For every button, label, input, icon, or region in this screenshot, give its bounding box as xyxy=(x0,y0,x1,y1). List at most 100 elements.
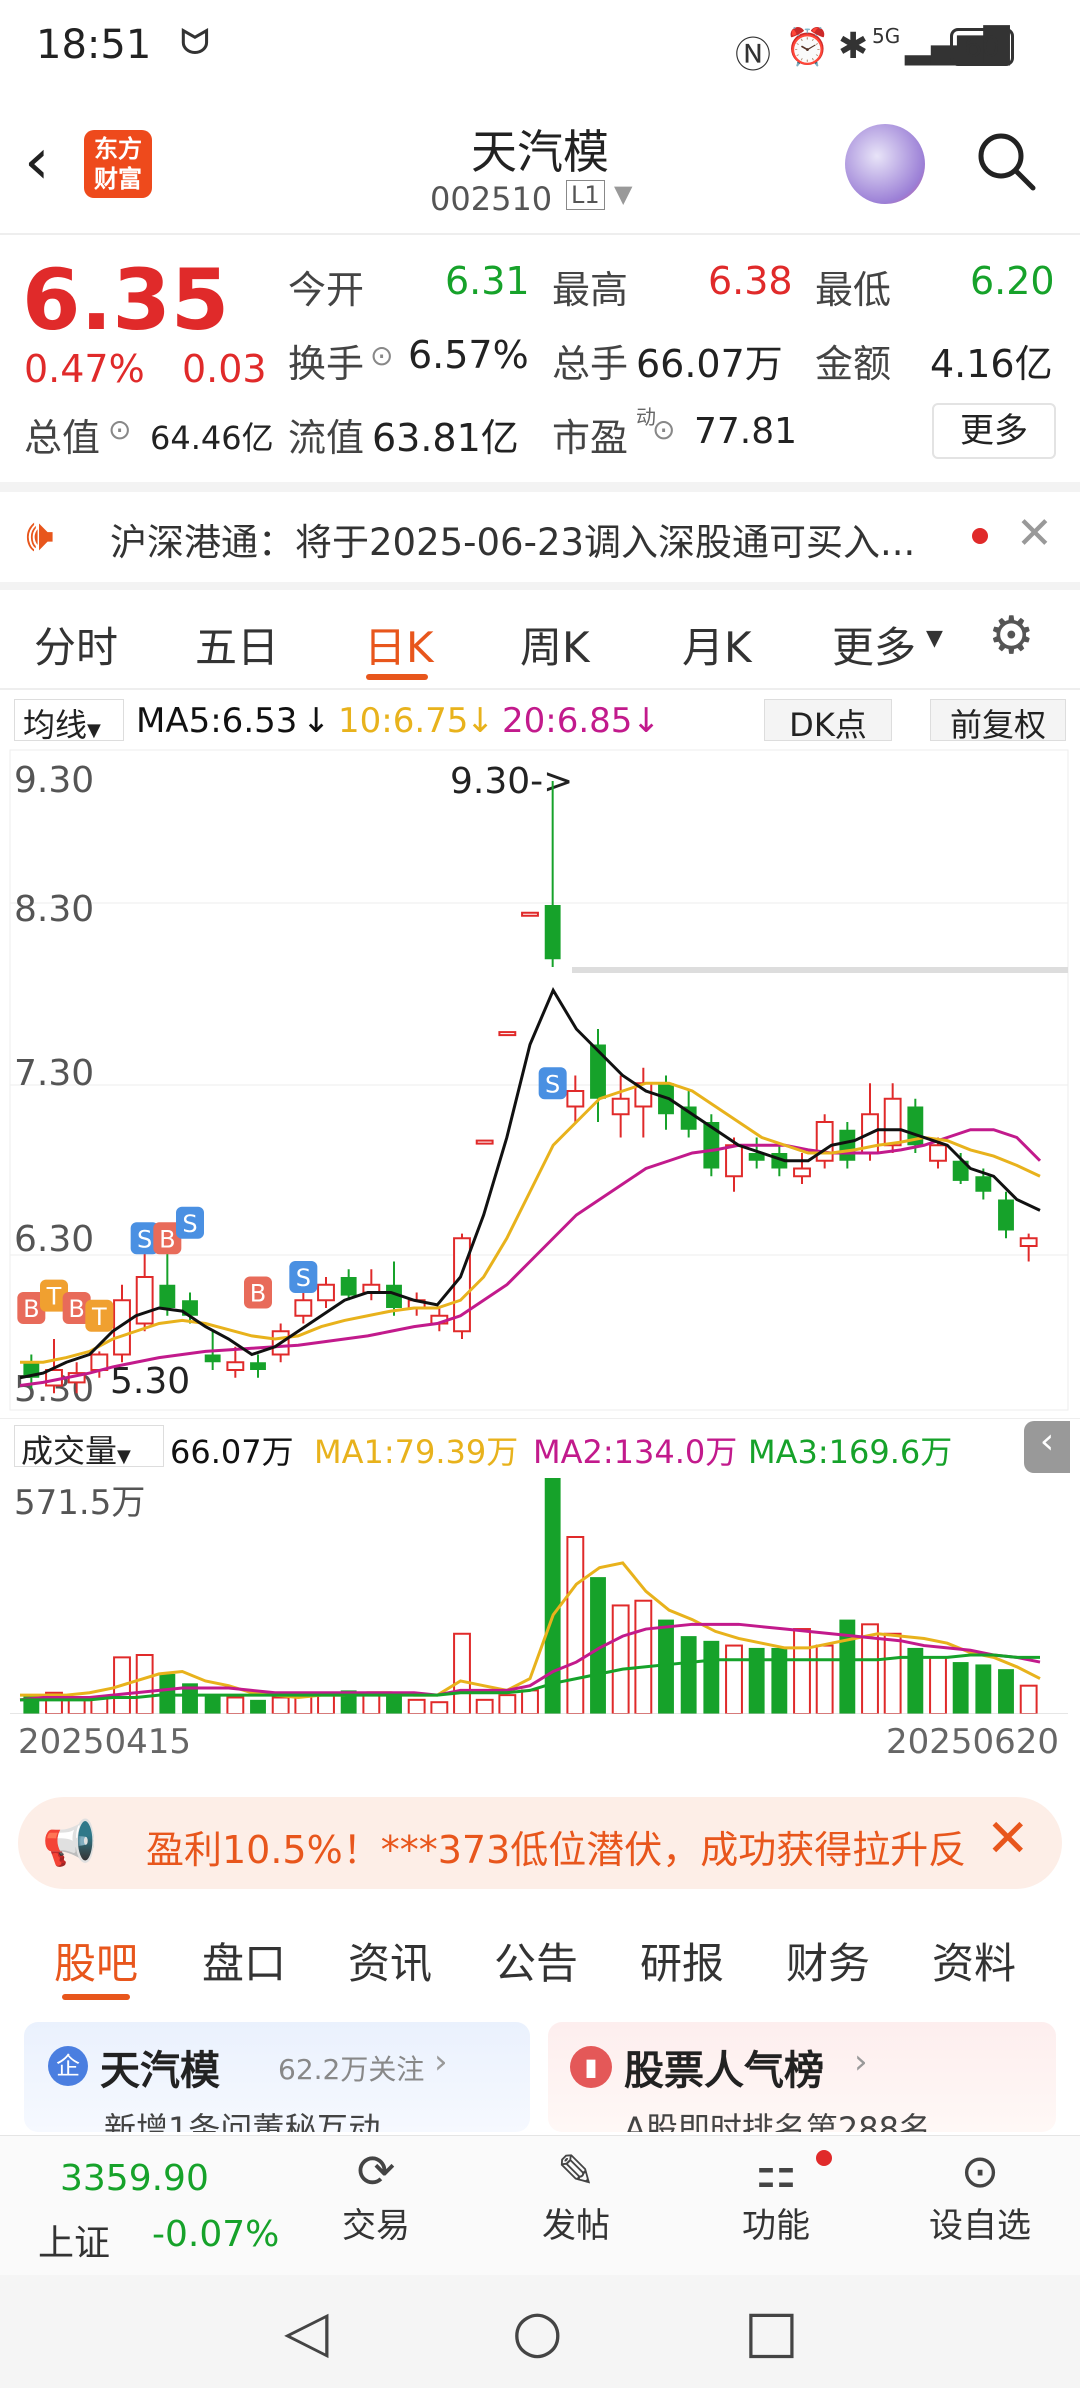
kline-chart[interactable]: 9.30 8.30 7.30 6.30 5.30 9.30-> 5.30 BTB… xyxy=(0,745,1080,1415)
svg-text:T: T xyxy=(46,1283,62,1311)
alarm-icon: ⏰ xyxy=(785,27,830,68)
mktcap-label: 总值 xyxy=(24,416,101,460)
volume-value: 66.07万 xyxy=(170,1433,294,1471)
vol-ma2: MA2:134.0万 xyxy=(533,1433,738,1471)
svg-text:B: B xyxy=(159,1225,175,1253)
tab-guba[interactable]: 股吧 xyxy=(54,1930,138,1991)
dropdown-icon[interactable]: ▼ xyxy=(614,180,632,208)
vol-ma3: MA3:169.6万 xyxy=(748,1433,953,1471)
vol-ma1: MA1:79.39万 xyxy=(314,1433,519,1471)
tab-weekly-k[interactable]: 周K xyxy=(520,614,590,675)
chevron-right-icon: › xyxy=(434,2042,448,2082)
tab-monthly-k[interactable]: 月K xyxy=(682,614,752,675)
svg-text:B: B xyxy=(250,1280,266,1308)
recents-icon[interactable]: □ xyxy=(744,2297,799,2365)
svg-text:T: T xyxy=(91,1303,107,1331)
post-button[interactable]: ✎ 发帖 xyxy=(496,2144,656,2247)
tab-profile[interactable]: 资料 xyxy=(932,1930,1016,1991)
megaphone-icon: 📢 xyxy=(42,1818,97,1869)
active-indicator xyxy=(366,674,428,680)
speaker-icon: 🕪 xyxy=(26,510,54,561)
volume-label: 总手 xyxy=(552,342,629,386)
info-icon[interactable]: ⊙ xyxy=(370,339,393,372)
status-bar: 18:51 ᗢ Ⓝ ⏰ ✱ 5G ▂▄▆█ 60 xyxy=(0,0,1080,110)
bluetooth-icon: ✱ xyxy=(838,26,869,67)
tab-pankou[interactable]: 盘口 xyxy=(202,1930,286,1991)
info-icon[interactable]: ⊙ xyxy=(652,413,675,446)
tab-research[interactable]: 研报 xyxy=(640,1930,724,1991)
collapse-icon[interactable]: ‹ xyxy=(1024,1421,1070,1473)
high-marker: 9.30-> xyxy=(450,761,573,802)
trade-button[interactable]: ⟳ 交易 xyxy=(296,2144,456,2247)
level-badge: L1 xyxy=(566,180,605,210)
low-label: 最低 xyxy=(815,268,892,312)
back-nav-icon[interactable]: ◁ xyxy=(284,2297,329,2365)
tab-news[interactable]: 资讯 xyxy=(348,1930,432,1991)
bar-chart-icon: ▮ xyxy=(570,2046,612,2088)
last-price: 6.35 xyxy=(22,251,230,349)
tab-intraday[interactable]: 分时 xyxy=(34,614,118,675)
close-icon[interactable]: ✕ xyxy=(986,1809,1030,1869)
ranking-card[interactable]: ▮ 股票人气榜 › A股即时排名第288名 xyxy=(548,2022,1056,2132)
company-icon: 企 xyxy=(48,2046,88,2086)
start-date: 20250415 xyxy=(18,1722,192,1762)
volume-legend: 成交量▼ 66.07万 MA1:79.39万 MA2:134.0万 MA3:16… xyxy=(0,1418,1080,1474)
dk-button[interactable]: DK点 xyxy=(764,699,892,744)
tab-five-day[interactable]: 五日 xyxy=(195,614,279,675)
index-name: 上证 xyxy=(38,2223,111,2264)
amount-label: 金额 xyxy=(815,342,892,386)
ma10-label: 10:6.75 xyxy=(338,701,469,741)
search-icon[interactable] xyxy=(975,130,1037,192)
ma20-label: 20:6.85 xyxy=(502,701,633,741)
grid-icon: ⚏ xyxy=(755,2144,797,2198)
notice-text: 沪深港通：将于2025-06-23调入深股通可买入... xyxy=(110,521,916,564)
turnover-value: 6.57% xyxy=(408,333,529,377)
card-title: 天汽模 xyxy=(100,2048,220,2094)
pe-value: 77.81 xyxy=(694,411,798,452)
assistant-avatar-icon[interactable] xyxy=(845,124,925,204)
edit-icon: ✎ xyxy=(556,2144,596,2198)
y-label: 7.30 xyxy=(14,1053,94,1094)
add-watchlist-button[interactable]: ⊙ 设自选 xyxy=(900,2144,1060,2247)
indicator-select[interactable]: 均线▼ xyxy=(14,699,124,744)
svg-text:B: B xyxy=(23,1295,39,1323)
notice-bar[interactable]: 🕪 沪深港通：将于2025-06-23调入深股通可买入... ✕ xyxy=(0,492,1080,580)
card-sub: 62.2万关注 xyxy=(278,2053,425,2086)
function-button[interactable]: ⚏ 功能 xyxy=(696,2144,856,2247)
mktcap-value: 64.46亿 xyxy=(150,419,274,457)
adjust-button[interactable]: 前复权 xyxy=(930,699,1066,744)
down-arrow-icon: ↓ xyxy=(466,701,495,741)
float-label: 流值 xyxy=(288,416,365,460)
change-percent: 0.47% xyxy=(24,347,145,391)
index-value: 3359.90 xyxy=(60,2158,209,2199)
turnover-label: 换手 xyxy=(288,342,365,386)
chevron-right-icon: › xyxy=(854,2042,868,2082)
info-icon[interactable]: ⊙ xyxy=(108,413,131,446)
more-button[interactable]: 更多 xyxy=(932,403,1056,459)
volume-select[interactable]: 成交量▼ xyxy=(14,1425,164,1470)
nfc-icon: Ⓝ xyxy=(735,35,772,76)
svg-text:S: S xyxy=(182,1210,197,1238)
stock-code: 002510 xyxy=(430,180,553,218)
svg-text:S: S xyxy=(296,1264,311,1292)
home-icon[interactable]: ○ xyxy=(512,2297,563,2365)
tab-more[interactable]: 更多 xyxy=(832,614,916,675)
down-arrow-icon: ↓ xyxy=(302,701,331,741)
high-value: 6.38 xyxy=(708,259,793,303)
ad-banner[interactable]: 📢 盈利10.5%！***373低位潜伏，成功获得拉升反 ✕ xyxy=(18,1797,1062,1889)
red-dot xyxy=(972,528,988,544)
quote-panel: 6.35 0.47% 0.03 今开 6.31 最高 6.38 最低 6.20 … xyxy=(0,235,1080,485)
close-icon[interactable]: ✕ xyxy=(1016,508,1053,559)
gear-icon[interactable]: ⚙ xyxy=(988,606,1035,666)
volume-value: 66.07万 xyxy=(636,342,783,386)
tab-finance[interactable]: 财务 xyxy=(786,1930,870,1991)
amount-value: 4.16亿 xyxy=(930,342,1053,386)
stock-card[interactable]: 企 天汽模 62.2万关注 › 新增1条问董秘互动 xyxy=(24,2022,530,2132)
tab-notice[interactable]: 公告 xyxy=(494,1930,578,1991)
pe-label: 市盈 xyxy=(552,416,629,460)
battery-icon: 60 xyxy=(950,28,1014,66)
svg-text:S: S xyxy=(545,1070,560,1098)
period-tabs: 分时 五日 日K 周K 月K 更多 ▼ ⚙ xyxy=(0,590,1080,690)
tab-daily-k[interactable]: 日K xyxy=(364,614,434,675)
vol-max-label: 571.5万 xyxy=(14,1483,145,1523)
